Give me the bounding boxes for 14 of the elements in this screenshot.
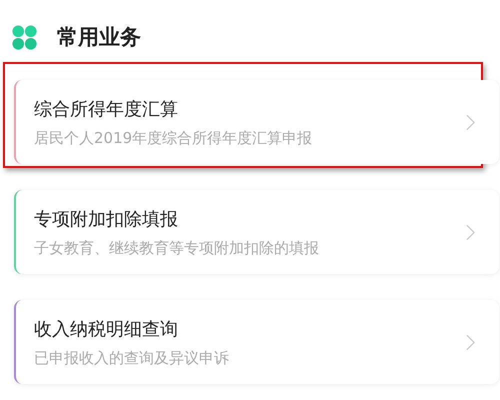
card-title: 收入纳税明细查询 bbox=[34, 318, 179, 340]
section-title: 常用业务 bbox=[57, 24, 141, 51]
card-subtitle: 居民个人2019年度综合所得年度汇算申报 bbox=[34, 128, 312, 148]
chevron-right-icon bbox=[466, 334, 475, 350]
card-subtitle: 子女教育、继续教育等专项附加扣除的填报 bbox=[34, 238, 319, 258]
chevron-right-icon bbox=[466, 224, 475, 240]
card-title: 综合所得年度汇算 bbox=[34, 98, 179, 120]
clover-icon bbox=[12, 24, 37, 50]
chevron-right-icon bbox=[466, 114, 475, 130]
service-card[interactable]: 综合所得年度汇算 居民个人2019年度综合所得年度汇算申报 bbox=[14, 80, 499, 164]
service-card[interactable]: 专项附加扣除填报 子女教育、继续教育等专项附加扣除的填报 bbox=[14, 190, 499, 274]
card-title: 专项附加扣除填报 bbox=[34, 208, 179, 230]
service-card[interactable]: 收入纳税明细查询 已申报收入的查询及异议申诉 bbox=[14, 300, 499, 384]
card-subtitle: 已申报收入的查询及异议申诉 bbox=[34, 348, 229, 368]
